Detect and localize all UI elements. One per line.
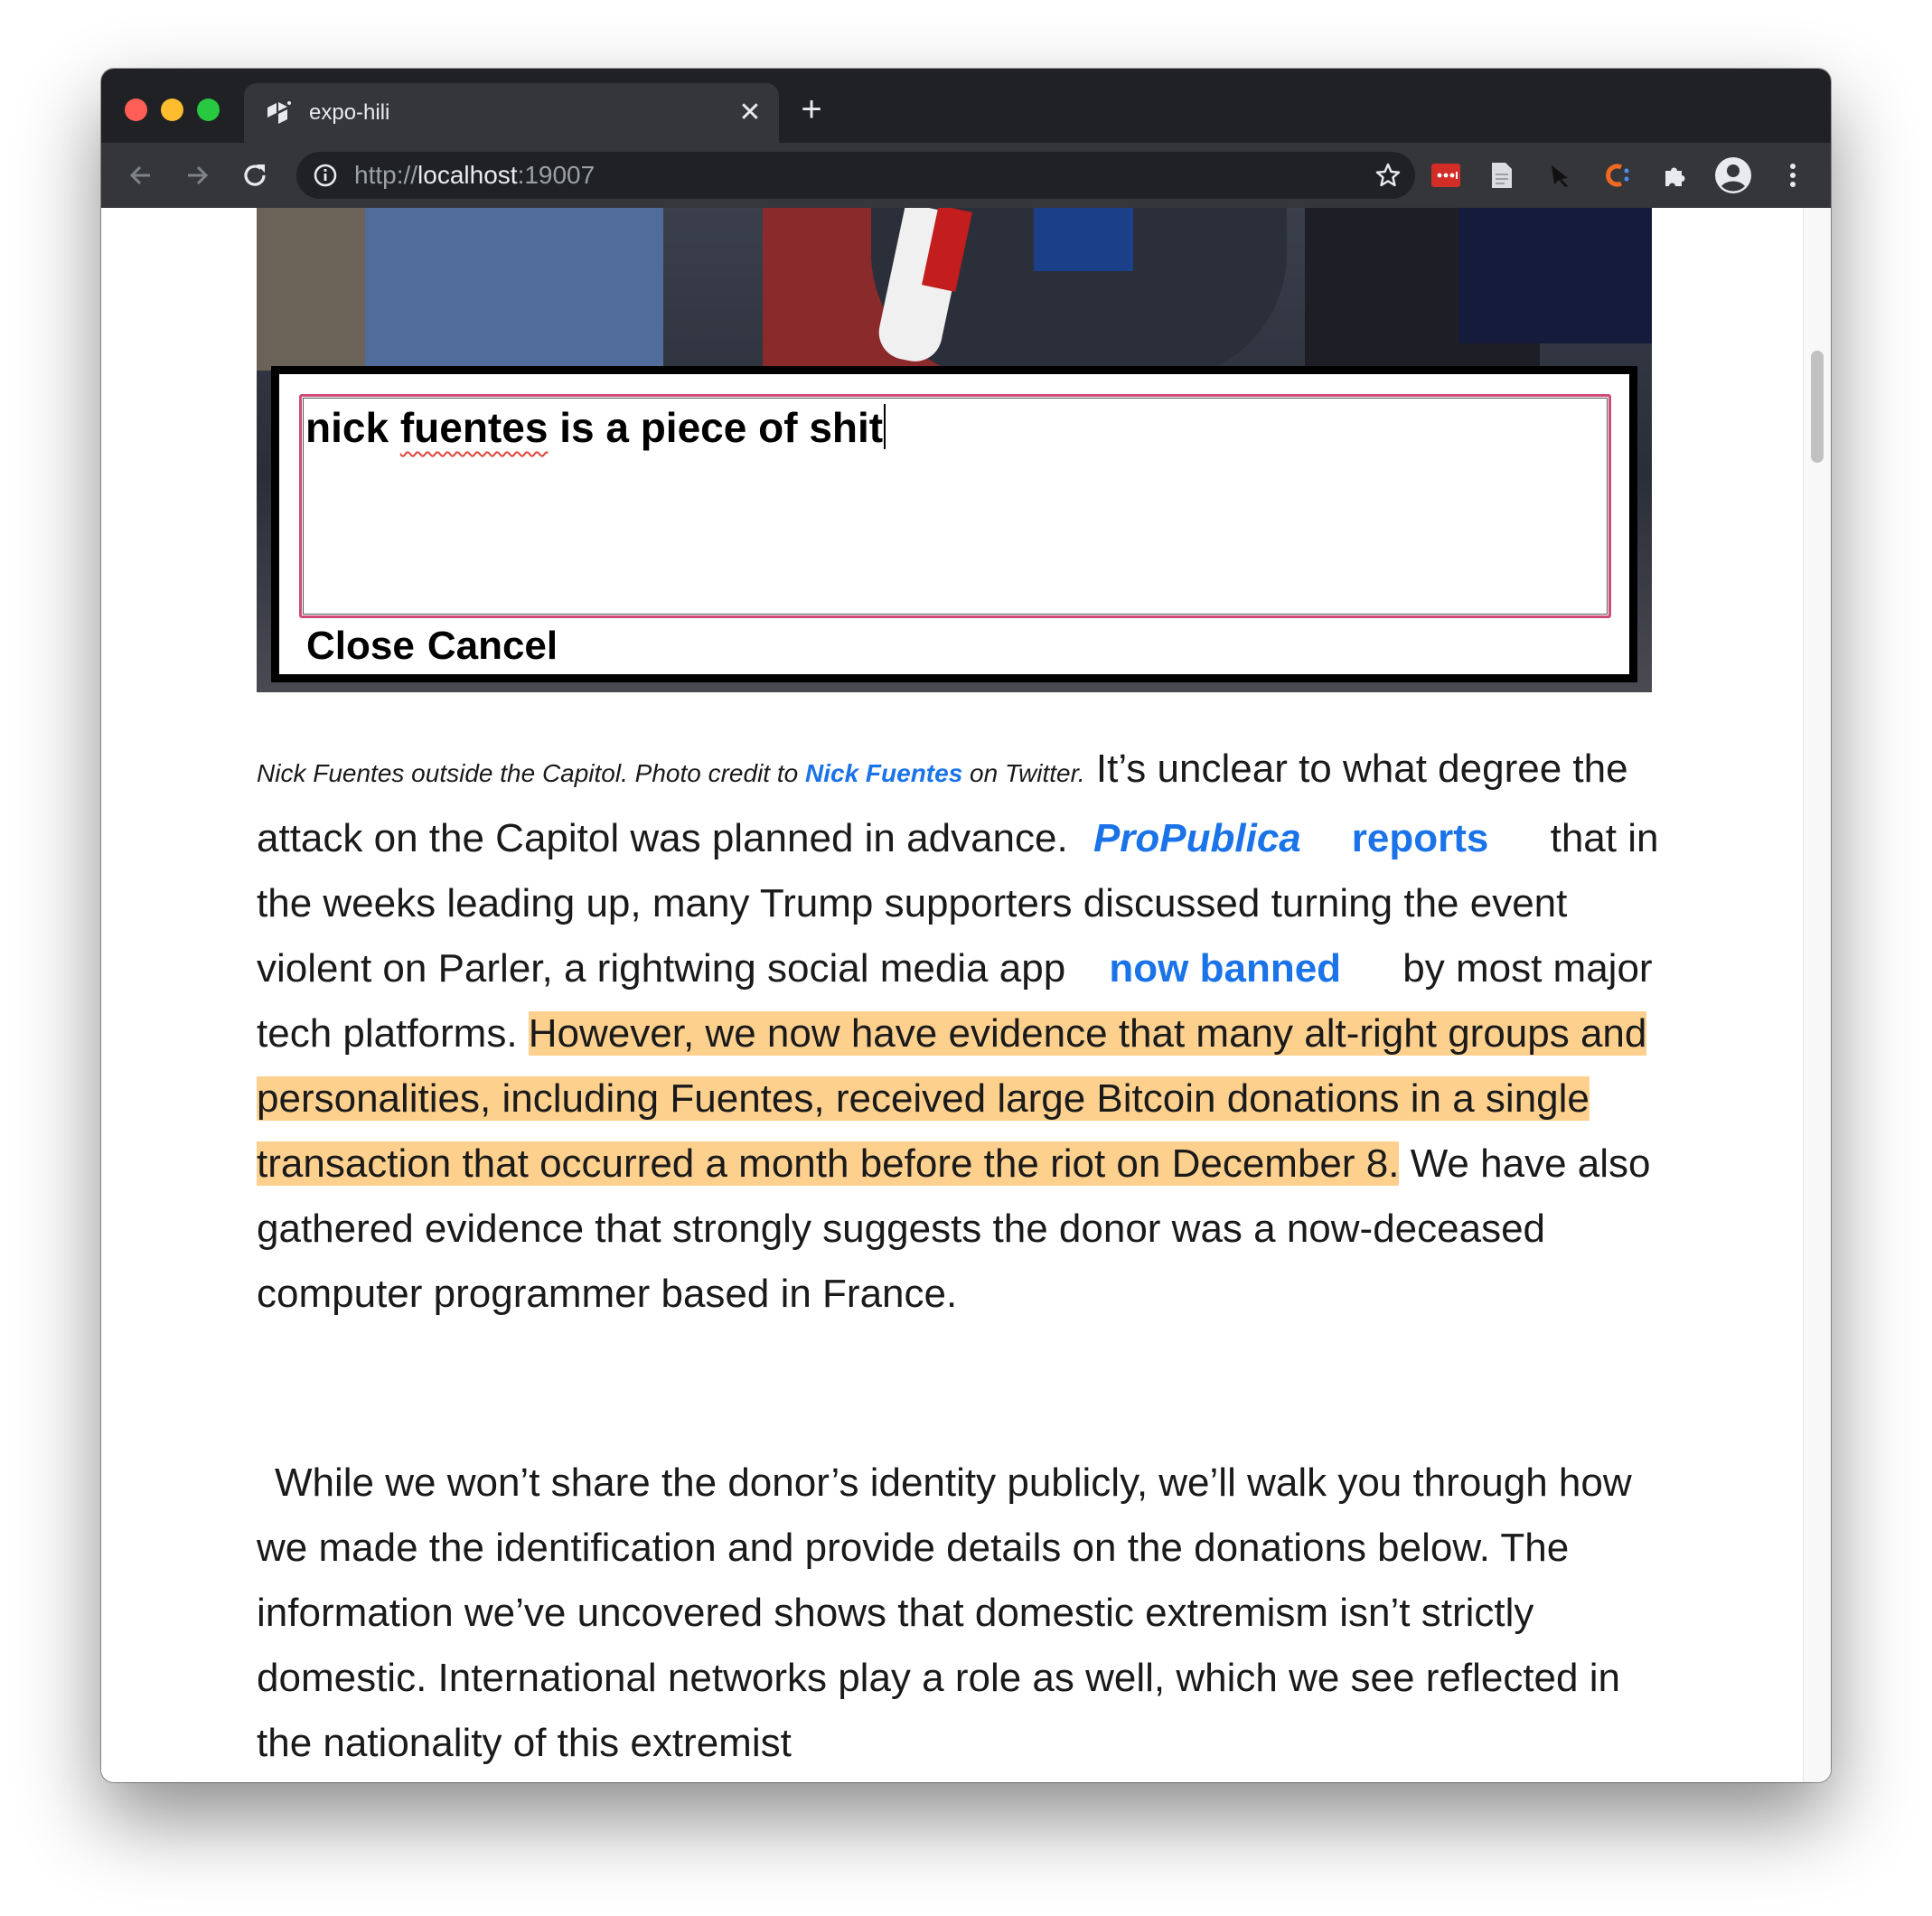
menu-icon xyxy=(1790,164,1796,187)
annotation-text: nick fuentes is a piece of shit xyxy=(305,402,886,453)
now-banned-link[interactable]: now banned xyxy=(1109,946,1341,991)
url-port: :19007 xyxy=(517,161,596,189)
photo-caption: Nick Fuentes outside the Capitol. Photo … xyxy=(257,759,1085,787)
reload-button[interactable] xyxy=(233,154,277,197)
page-viewport: nick fuentes is a piece of shit Close Can… xyxy=(101,208,1831,1782)
forward-button[interactable] xyxy=(175,154,219,197)
paragraph-2: While we won’t share the donor’s identit… xyxy=(257,1451,1666,1776)
modal-actions: Close Cancel xyxy=(306,624,570,669)
article-body: Nick Fuentes outside the Capitol. Photo … xyxy=(257,737,1666,1765)
puzzle-icon xyxy=(1665,167,1685,186)
browser-window: expo-hili ✕ + http://localhost:19007 nic… xyxy=(101,69,1831,1782)
profile-icon xyxy=(1715,157,1751,193)
caption-text: on Twitter. xyxy=(962,759,1085,787)
paragraph-1: Nick Fuentes outside the Capitol. Photo … xyxy=(257,737,1666,1327)
vertical-scrollbar[interactable] xyxy=(1803,208,1831,1782)
c-extension-button[interactable] xyxy=(1599,157,1636,193)
text-caret xyxy=(884,404,886,449)
annotation-text-part: is a piece of shit xyxy=(548,404,884,451)
url-scheme: http:// xyxy=(354,161,418,189)
document-extension-button[interactable] xyxy=(1484,157,1520,193)
cancel-button[interactable]: Cancel xyxy=(427,624,558,668)
close-button[interactable]: Close xyxy=(306,624,415,668)
menu-button[interactable] xyxy=(1775,157,1811,193)
lastpass-icon xyxy=(1431,164,1460,187)
reports-link[interactable]: reports xyxy=(1352,816,1489,860)
new-tab-button[interactable]: + xyxy=(790,89,833,132)
c-extension-icon xyxy=(1606,164,1629,187)
paragraph-text: While we won’t share the donor’s identit… xyxy=(257,1460,1632,1765)
extensions-button[interactable] xyxy=(1657,157,1693,193)
star-icon[interactable] xyxy=(1374,161,1402,190)
back-arrow-icon xyxy=(129,165,150,185)
back-button[interactable] xyxy=(119,154,163,197)
reload-icon xyxy=(244,164,266,186)
pin-extension-button[interactable] xyxy=(1542,157,1578,193)
browser-toolbar: http://localhost:19007 xyxy=(101,143,1831,208)
tab-title: expo-hili xyxy=(309,100,390,125)
info-icon[interactable] xyxy=(313,163,338,188)
annotation-textarea[interactable]: nick fuentes is a piece of shit xyxy=(299,394,1611,618)
minimize-window-button[interactable] xyxy=(161,99,183,121)
caption-text: Nick Fuentes outside the Capitol. Photo … xyxy=(257,759,805,787)
lastpass-extension-button[interactable] xyxy=(1428,157,1464,193)
photo-region xyxy=(1458,208,1652,343)
expo-favicon-icon xyxy=(267,101,291,124)
close-window-button[interactable] xyxy=(125,99,147,121)
scrollbar-thumb[interactable] xyxy=(1811,351,1824,463)
forward-arrow-icon xyxy=(188,165,209,185)
address-bar[interactable]: http://localhost:19007 xyxy=(296,152,1415,199)
url-host: localhost xyxy=(417,161,518,189)
tab-expo-hili[interactable]: expo-hili ✕ xyxy=(244,83,779,143)
annotation-text-part: nick xyxy=(305,404,400,451)
annotation-modal: nick fuentes is a piece of shit Close Can… xyxy=(271,366,1637,682)
close-tab-icon[interactable]: ✕ xyxy=(732,95,768,131)
profile-button[interactable] xyxy=(1713,157,1753,193)
document-icon xyxy=(1492,163,1512,188)
maximize-window-button[interactable] xyxy=(197,99,220,121)
caption-link[interactable]: Nick Fuentes xyxy=(805,759,962,787)
article-photo: nick fuentes is a piece of shit Close Can… xyxy=(257,208,1652,692)
url-text: http://localhost:19007 xyxy=(354,161,595,190)
propublica-link[interactable]: ProPublica xyxy=(1093,816,1301,860)
tab-strip: expo-hili ✕ + xyxy=(101,69,1831,143)
photo-region xyxy=(1034,208,1133,271)
misspelled-word: fuentes xyxy=(399,404,549,451)
pin-icon xyxy=(1552,165,1568,187)
photo-region xyxy=(365,208,663,389)
